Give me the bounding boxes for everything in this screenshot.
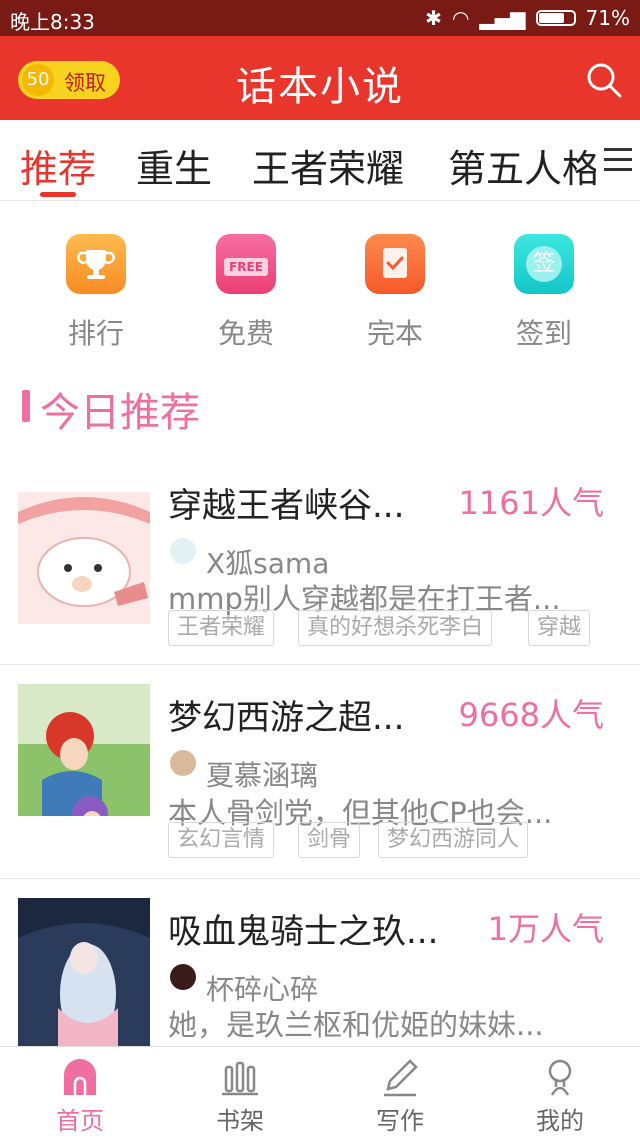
- book-tag[interactable]: 剑骨: [298, 822, 361, 858]
- book-description: 她，是玖兰枢和优姫的妹妹...: [168, 1008, 544, 1042]
- book-title: 吸血鬼骑士之玖...: [168, 912, 439, 952]
- section-marker: [22, 390, 30, 422]
- nav-home[interactable]: 首页: [0, 1047, 160, 1139]
- book-tag[interactable]: 玄幻言情: [168, 822, 275, 858]
- sign-in-icon-text: 签: [526, 246, 562, 282]
- nav-profile[interactable]: 我的: [480, 1047, 640, 1139]
- free-sign-icon: FREE: [216, 234, 276, 294]
- book-popularity: 9668人气: [458, 696, 604, 734]
- book-tag[interactable]: 王者荣耀: [168, 610, 275, 646]
- check-book-icon: [365, 234, 425, 294]
- pencil-icon: [380, 1057, 420, 1097]
- free-button[interactable]: FREE 免费: [186, 234, 306, 352]
- ranking-button[interactable]: 排行: [36, 234, 156, 352]
- book-popularity: 1161人气: [458, 484, 604, 522]
- wifi-icon: ◠: [451, 6, 470, 30]
- status-icons: ✱ ◠ ▂▄▆ 71%: [425, 6, 630, 30]
- sign-in-label: 签到: [515, 317, 572, 350]
- nav-bookshelf-label: 书架: [216, 1107, 264, 1135]
- book-card[interactable]: 梦幻西游之超... 9668人气 夏慕涵璃 本人骨剑党，但其他CP也会... 玄…: [0, 666, 640, 879]
- sign-in-button[interactable]: 签 签到: [484, 234, 604, 352]
- battery-percent: 71%: [585, 6, 630, 30]
- page-title: 话本小说: [236, 64, 404, 110]
- book-card[interactable]: 穿越王者峡谷... 1161人气 X狐sama mmp别人穿越都是在打王者...…: [0, 460, 640, 665]
- section-title: 今日推荐: [40, 390, 200, 436]
- book-card[interactable]: 吸血鬼骑士之玖... 1万人气 杯碎心碎 她，是玖兰枢和优姫的妹妹...: [0, 880, 640, 1046]
- battery-icon: [535, 10, 576, 26]
- book-cover: [18, 684, 150, 816]
- category-tabs: 推荐 重生 王者荣耀 第五人格: [0, 120, 640, 201]
- tab-menu-button[interactable]: [596, 120, 640, 200]
- author-avatar: [170, 538, 196, 564]
- free-sign-text: FREE: [224, 258, 268, 276]
- profile-icon: [540, 1057, 580, 1097]
- completed-button[interactable]: 完本: [335, 234, 455, 352]
- tab-identity-v[interactable]: 第五人格: [448, 138, 600, 193]
- sign-in-icon: 签: [514, 234, 574, 294]
- book-title: 梦幻西游之超...: [168, 698, 405, 738]
- book-cover: [18, 492, 150, 624]
- nav-write[interactable]: 写作: [320, 1047, 480, 1139]
- book-author: 夏慕涵璃: [206, 759, 319, 792]
- home-icon: [60, 1057, 100, 1097]
- book-popularity: 1万人气: [487, 910, 604, 948]
- tab-active-indicator: [40, 192, 76, 197]
- status-time: 晚上8:33: [10, 10, 95, 34]
- nav-profile-label: 我的: [536, 1107, 584, 1135]
- author-avatar: [170, 750, 196, 776]
- bookshelf-icon: [220, 1057, 260, 1097]
- ranking-label: 排行: [67, 317, 124, 350]
- bottom-nav: 首页 书架 写作 我的: [0, 1046, 640, 1139]
- status-bar: 晚上8:33 ✱ ◠ ▂▄▆ 71%: [0, 0, 640, 36]
- app-header: 50 领取 话本小说: [0, 36, 640, 120]
- completed-label: 完本: [366, 317, 423, 350]
- free-label: 免费: [217, 317, 274, 350]
- tab-honor-of-kings[interactable]: 王者荣耀: [252, 138, 404, 193]
- bluetooth-icon: ✱: [425, 6, 442, 30]
- book-title: 穿越王者峡谷...: [168, 486, 405, 526]
- tab-recommend[interactable]: 推荐: [20, 138, 96, 193]
- book-cover: [18, 898, 150, 1046]
- tab-rebirth[interactable]: 重生: [136, 138, 212, 193]
- trophy-icon: [66, 234, 126, 294]
- search-icon: [587, 63, 622, 98]
- signal-icon: ▂▄▆: [479, 6, 526, 30]
- author-avatar: [170, 964, 196, 990]
- book-tag[interactable]: 真的好想杀死李白: [298, 610, 493, 646]
- nav-write-label: 写作: [376, 1107, 424, 1135]
- nav-home-label: 首页: [56, 1107, 104, 1135]
- nav-bookshelf[interactable]: 书架: [160, 1047, 320, 1139]
- search-button[interactable]: [584, 60, 624, 100]
- book-tag[interactable]: 梦幻西游同人: [378, 822, 529, 858]
- book-tag[interactable]: 穿越: [528, 610, 591, 646]
